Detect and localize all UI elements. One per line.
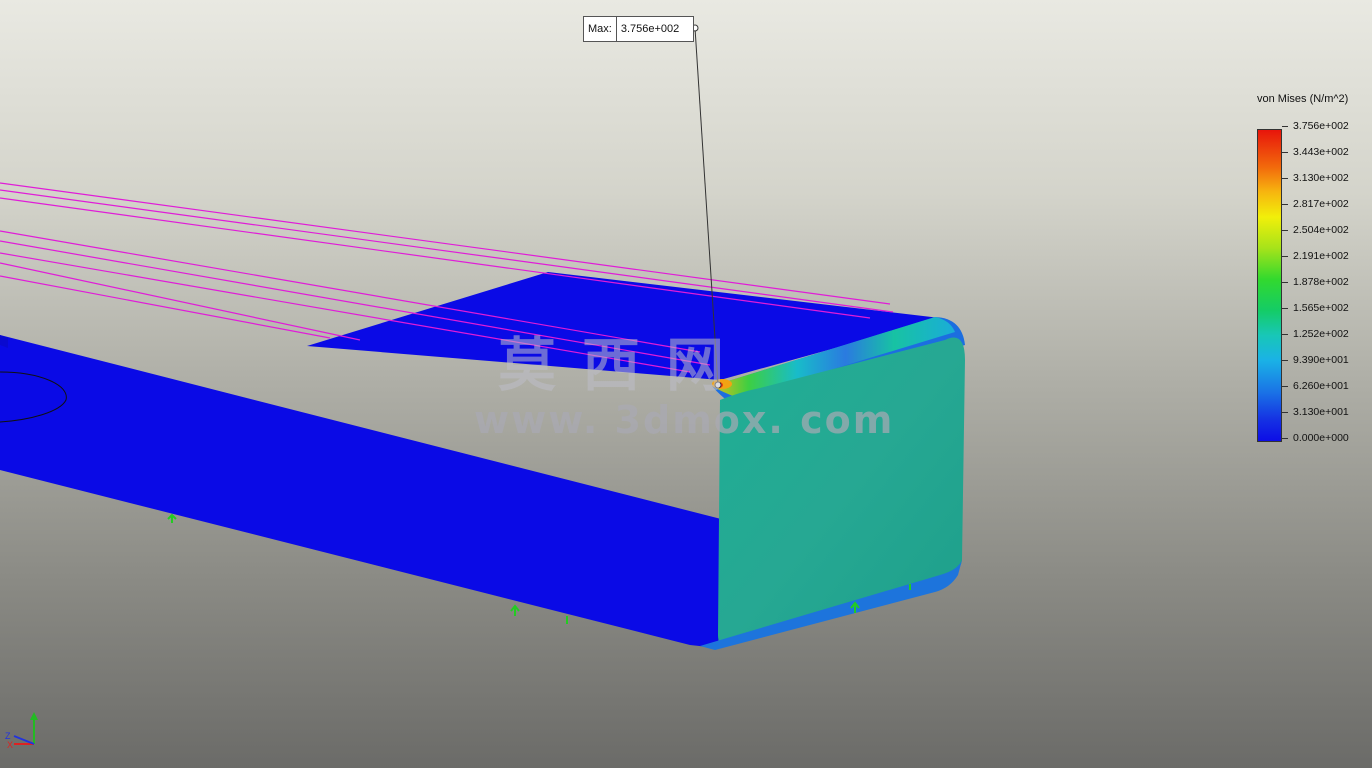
probe-label: Max:: [584, 17, 617, 41]
legend-tick-label: 3.756e+002: [1293, 120, 1349, 132]
legend-tick-mark: [1282, 386, 1288, 387]
legend-title: von Mises (N/m^2): [1257, 93, 1349, 105]
probe-value: 3.756e+002: [620, 23, 680, 35]
legend-tick-mark: [1282, 282, 1288, 283]
legend-tick-mark: [1282, 126, 1288, 127]
legend-color-bar: [1257, 129, 1282, 442]
triad-x-label: X: [7, 740, 14, 750]
legend-tick-label: 3.443e+002: [1293, 146, 1349, 158]
legend-tick-label: 3.130e+002: [1293, 172, 1349, 184]
legend-tick-mark: [1282, 204, 1288, 205]
coordinate-triad: [13, 712, 38, 745]
legend-tick-label: 9.390e+001: [1293, 354, 1349, 366]
watermark-url: www. 3dmox. com: [474, 398, 895, 442]
legend-tick-label: 1.252e+002: [1293, 328, 1349, 340]
legend-tick-mark: [1282, 360, 1288, 361]
max-stress-probe[interactable]: Max: 3.756e+002: [583, 16, 695, 42]
legend-tick-label: 2.817e+002: [1293, 198, 1349, 210]
legend-tick-mark: [1282, 334, 1288, 335]
legend-tick-mark: [1282, 308, 1288, 309]
legend-tick-label: 1.878e+002: [1293, 276, 1349, 288]
graphics-viewport[interactable]: Max: 3.756e+002 莫西网 www. 3dmox. com Z X …: [0, 0, 1372, 768]
watermark-chinese: 莫西网: [498, 331, 751, 399]
legend-tick-label: 3.130e+001: [1293, 406, 1349, 418]
legend-tick-mark: [1282, 438, 1288, 439]
legend-tick-label: 6.260e+001: [1293, 380, 1349, 392]
legend-tick-label: 2.504e+002: [1293, 224, 1349, 236]
legend-tick-label: 1.565e+002: [1293, 302, 1349, 314]
legend-tick-mark: [1282, 256, 1288, 257]
legend-tick-mark: [1282, 412, 1288, 413]
legend-tick-mark: [1282, 230, 1288, 231]
legend-tick-label: 0.000e+000: [1293, 432, 1349, 444]
legend-tick-label: 2.191e+002: [1293, 250, 1349, 262]
legend-tick-mark: [1282, 152, 1288, 153]
legend-tick-mark: [1282, 178, 1288, 179]
